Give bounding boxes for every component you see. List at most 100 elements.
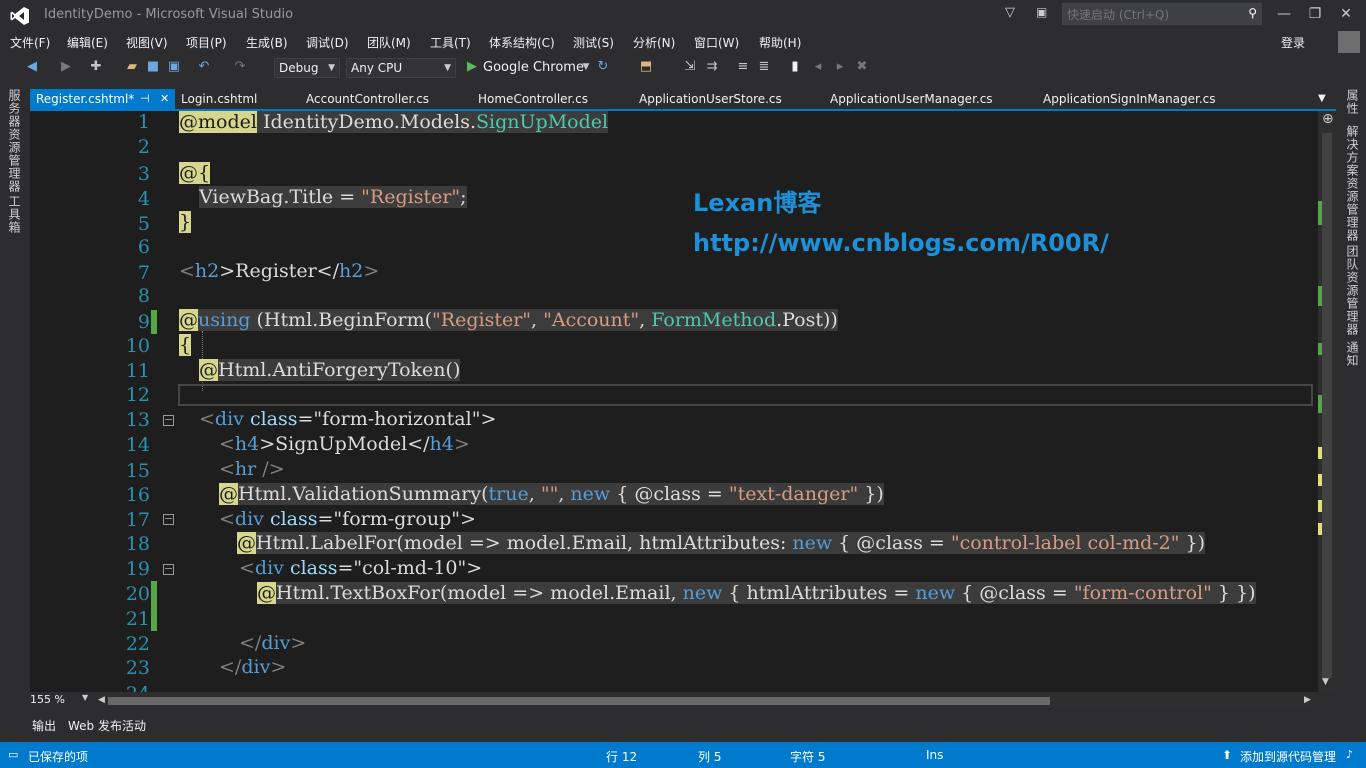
team-explorer-tab[interactable]: 团队资源管理器 <box>1344 245 1361 336</box>
clear-bookmarks-icon[interactable]: ✖ <box>854 59 870 75</box>
tab-web-publish-activity[interactable]: Web 发布活动 <box>68 717 146 734</box>
code-line-17: <div class="form-group"> <box>219 508 476 530</box>
collapse-icon[interactable]: − <box>163 563 174 575</box>
search-icon[interactable]: ⚲ <box>1248 6 1257 20</box>
code-token: { @class = <box>955 582 1074 604</box>
restore-button[interactable]: ❐ <box>1303 4 1327 24</box>
minimize-button[interactable]: — <box>1272 4 1296 24</box>
back-icon[interactable]: ◀ <box>24 59 40 75</box>
toolbox-tab[interactable]: 工具箱 <box>6 195 23 234</box>
menu-project[interactable]: 项目(P) <box>186 34 227 51</box>
code-token: > <box>290 632 307 654</box>
comment-icon[interactable]: ≡ <box>735 59 751 75</box>
refresh-icon[interactable]: ↻ <box>595 59 611 75</box>
tab-application-user-store[interactable]: ApplicationUserStore.cs <box>639 89 782 109</box>
pin-icon[interactable]: ⊣ <box>140 89 150 109</box>
filter-icon[interactable]: ▽ <box>1005 5 1021 21</box>
status-insert-mode[interactable]: Ins <box>926 748 943 762</box>
chevron-down-icon[interactable]: ▼ <box>578 59 594 75</box>
menu-tools[interactable]: 工具(T) <box>430 34 471 51</box>
redo-icon[interactable]: ↷ <box>232 59 248 75</box>
tab-login-cshtml[interactable]: Login.cshtml <box>181 89 257 109</box>
configuration-value: Debug <box>279 61 319 75</box>
scroll-left-icon[interactable]: ◀ <box>98 695 105 705</box>
menu-build[interactable]: 生成(B) <box>246 34 288 51</box>
tab-register-cshtml[interactable]: Register.cshtml* ⊣ ✕ <box>30 89 175 109</box>
uncomment-icon[interactable]: ≣ <box>756 59 772 75</box>
menu-architecture[interactable]: 体系结构(C) <box>489 34 555 51</box>
feedback-icon[interactable]: ▣ <box>1036 5 1052 21</box>
zoom-select[interactable]: 155 % ▼ <box>30 693 94 709</box>
tab-account-controller[interactable]: AccountController.cs <box>306 89 429 109</box>
menu-team[interactable]: 团队(M) <box>367 34 411 51</box>
solution-explorer-tab[interactable]: 解决方案资源管理器 <box>1344 125 1361 242</box>
scrollbar-thumb[interactable] <box>108 697 1050 705</box>
scroll-down-icon[interactable]: ▼ <box>1322 677 1329 687</box>
solution-platform-select[interactable]: Any CPU ▼ <box>346 58 456 78</box>
tab-application-signin-manager[interactable]: ApplicationSignInManager.cs <box>1043 89 1216 109</box>
tab-application-user-manager[interactable]: ApplicationUserManager.cs <box>830 89 993 109</box>
close-icon[interactable]: ✕ <box>160 89 169 109</box>
notifications-tab[interactable]: 通知 <box>1344 341 1361 367</box>
next-bookmark-icon[interactable]: ▸ <box>832 59 848 75</box>
line-number: 12 <box>125 384 150 406</box>
vertical-scrollbar[interactable]: ⊕ ▼ <box>1318 111 1336 692</box>
scroll-right-icon[interactable]: ▶ <box>1304 695 1311 705</box>
quick-launch-box[interactable]: ⚲ <box>1062 3 1262 25</box>
tab-overflow-icon[interactable]: ▼ <box>1318 89 1326 109</box>
forward-icon[interactable]: ▶ <box>58 59 74 75</box>
account-avatar[interactable] <box>1338 31 1360 53</box>
step-into-icon[interactable]: ⇲ <box>682 59 698 75</box>
menu-test[interactable]: 测试(S) <box>573 34 614 51</box>
new-project-icon[interactable]: ✚ <box>88 59 104 75</box>
code-token: ViewBag.Title = <box>199 186 362 208</box>
split-icon[interactable]: ⊕ <box>1322 111 1334 127</box>
collapse-icon[interactable]: − <box>163 513 174 525</box>
tab-home-controller[interactable]: HomeController.cs <box>478 89 588 109</box>
code-token: >SignUpModel</ <box>259 433 430 455</box>
code-token: class <box>243 408 298 430</box>
close-button[interactable]: ✕ <box>1334 4 1358 24</box>
solution-configuration-select[interactable]: Debug ▼ <box>274 58 340 78</box>
menu-window[interactable]: 窗口(W) <box>694 34 739 51</box>
menu-file[interactable]: 文件(F) <box>10 34 50 51</box>
code-token: } }) <box>1211 582 1256 604</box>
bookmark-icon[interactable]: ▮ <box>787 59 803 75</box>
start-debugging-icon[interactable]: ▶ <box>464 59 480 75</box>
change-marker <box>1318 474 1322 486</box>
browser-link-icon[interactable]: ⬒ <box>638 59 654 75</box>
save-icon[interactable]: ■ <box>145 59 161 75</box>
menu-bar: 文件(F) 编辑(E) 视图(V) 项目(P) 生成(B) 调试(D) 团队(M… <box>0 31 1366 53</box>
open-file-icon[interactable]: ▰ <box>124 59 140 75</box>
sign-in-link[interactable]: 登录 <box>1281 34 1305 51</box>
razor-token: @model <box>179 111 257 133</box>
horizontal-scrollbar[interactable]: ◀ ▶ <box>98 693 1318 709</box>
step-over-icon[interactable]: ⇉ <box>704 59 720 75</box>
menu-edit[interactable]: 编辑(E) <box>67 34 108 51</box>
change-marker <box>1318 395 1322 413</box>
menu-help[interactable]: 帮助(H) <box>759 34 801 51</box>
prev-bookmark-icon[interactable]: ◂ <box>810 59 826 75</box>
menu-debug[interactable]: 调试(D) <box>306 34 349 51</box>
code-token: h4 <box>234 433 260 455</box>
menu-analyze[interactable]: 分析(N) <box>633 34 675 51</box>
server-explorer-tab[interactable]: 服务器资源管理器 <box>6 89 23 193</box>
menu-view[interactable]: 视图(V) <box>126 34 168 51</box>
code-line-22: </div> <box>239 632 306 654</box>
quick-launch-input[interactable] <box>1063 5 1241 25</box>
properties-tab[interactable]: 属性 <box>1344 89 1361 115</box>
code-editor[interactable]: 1 2 3 4 5 6 7 8 9 10 11 12 13 14 15 16 1… <box>30 111 1318 692</box>
notification-bell-icon[interactable]: ♪ <box>1346 748 1353 761</box>
run-target-label[interactable]: Google Chrome <box>483 60 584 75</box>
undo-icon[interactable]: ↶ <box>196 59 212 75</box>
code-token: "Register" <box>432 309 532 331</box>
code-line-1: @model IdentityDemo.Models.SignUpModel <box>179 111 609 133</box>
tab-output[interactable]: 输出 <box>32 717 56 734</box>
save-all-icon[interactable]: ▣ <box>166 59 182 75</box>
code-line-16: @Html.ValidationSummary(true, "", new { … <box>219 483 884 505</box>
line-number: 16 <box>125 484 150 506</box>
add-to-source-control[interactable]: 添加到源代码管理 <box>1240 748 1336 765</box>
scrollbar-thumb[interactable] <box>1322 133 1332 678</box>
collapse-icon[interactable]: − <box>163 414 174 426</box>
status-message: 已保存的项 <box>28 750 89 764</box>
